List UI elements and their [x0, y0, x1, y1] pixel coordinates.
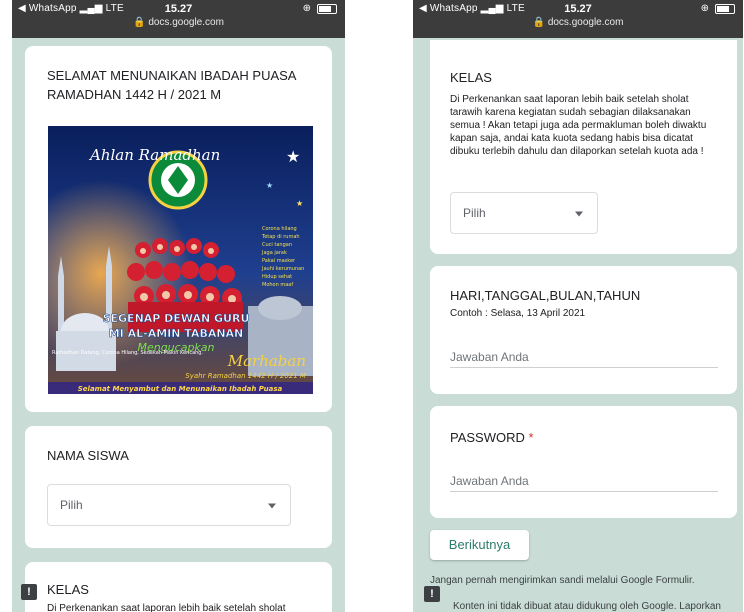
svg-text:Pakai masker: Pakai masker — [262, 258, 296, 264]
nama-siswa-selected-value: Pilih — [60, 498, 83, 512]
status-bar: ◀ WhatsApp ▂▄▆ LTE 15.27 🔒 docs.google.c… — [413, 0, 743, 38]
kelas-label: KELAS — [47, 582, 89, 597]
poster-bottom-banner: Selamat Menyambut dan Menunaikan Ibadah … — [78, 385, 283, 393]
chevron-down-icon — [575, 211, 583, 217]
kelas-description: Di Perkenankan saat laporan lebih baik s… — [450, 94, 707, 157]
url-bar[interactable]: 🔒 docs.google.com — [12, 17, 345, 28]
kelas-description: Di Perkenankan saat laporan lebih baik s… — [47, 603, 286, 612]
svg-text:★: ★ — [286, 147, 300, 166]
tanggal-hint: Contoh : Selasa, 13 April 2021 — [450, 308, 586, 319]
password-input-underline — [450, 491, 718, 492]
nama-siswa-select[interactable]: Pilih — [47, 484, 291, 526]
svg-text:Mohon maaf: Mohon maaf — [262, 282, 293, 288]
kelas-card: KELAS Di Perkenankan saat laporan lebih … — [430, 40, 737, 254]
report-feedback-icon[interactable]: ! — [424, 586, 440, 602]
svg-text:Tetap di rumah: Tetap di rumah — [261, 234, 300, 240]
chevron-down-icon — [268, 503, 276, 509]
poster-marhaban: Marhaban — [227, 352, 306, 370]
password-warning-text: Jangan pernah mengirimkan sandi melalui … — [430, 575, 695, 586]
kelas-card-peek: KELAS Di Perkenankan saat laporan lebih … — [25, 562, 332, 612]
nama-siswa-label: NAMA SISWA — [47, 448, 129, 463]
disclaimer-text: Konten ini tidak dibuat atau didukung ol… — [453, 601, 721, 612]
status-bar: ◀ WhatsApp ▂▄▆ LTE 15.27 🔒 docs.google.c… — [12, 0, 345, 38]
kelas-select[interactable]: Pilih — [450, 192, 598, 234]
required-asterisk: * — [528, 430, 534, 445]
poster-headline-1: SEGENAP DEWAN GURU — [103, 312, 250, 325]
orientation-lock-icon: ⊕ — [302, 3, 311, 14]
status-icons: ⊕ — [303, 3, 337, 14]
poster-illustration: ★ ★ ★ Corona hilangTetap di rumahCuci ta… — [48, 126, 313, 394]
status-time: 15.27 — [164, 3, 193, 15]
tanggal-input-underline — [450, 367, 718, 368]
next-button[interactable]: Berikutnya — [430, 530, 529, 560]
tanggal-label: HARI,TANGGAL,BULAN,TAHUN — [450, 288, 641, 303]
svg-text:Jaga jarak: Jaga jarak — [261, 250, 287, 256]
battery-icon — [715, 3, 735, 14]
svg-text:★: ★ — [266, 181, 273, 190]
nama-siswa-card: NAMA SISWA Pilih — [25, 426, 332, 548]
status-icons: ⊕ — [701, 3, 735, 14]
form-title: SELAMAT MENUNAIKAN IBADAH PUASA RAMADHAN… — [47, 68, 296, 102]
orientation-lock-icon: ⊕ — [700, 3, 709, 14]
svg-text:Hidup sehat: Hidup sehat — [262, 274, 292, 280]
svg-text:Jauhi kerumunan: Jauhi kerumunan — [261, 266, 304, 272]
form-header-card: SELAMAT MENUNAIKAN IBADAH PUASA RAMADHAN… — [25, 46, 332, 412]
poster-headline-2: MI AL-AMIN TABANAN — [109, 327, 244, 340]
poster-year-line: Syahr Ramadhan 1442 H / 2021 M — [185, 372, 306, 380]
phone-screenshot-left: ◀ WhatsApp ▂▄▆ LTE 15.27 🔒 docs.google.c… — [12, 0, 345, 612]
url-bar[interactable]: 🔒 docs.google.com — [413, 17, 743, 28]
svg-text:★: ★ — [296, 199, 303, 208]
status-time: 15.27 — [564, 3, 592, 15]
battery-icon — [317, 3, 337, 14]
ramadhan-poster-image: ★ ★ ★ Corona hilang Tetap di rumah Cuci … — [48, 126, 313, 394]
kelas-label: KELAS — [450, 70, 492, 85]
svg-text:Corona hilang: Corona hilang — [262, 226, 297, 232]
kelas-selected-value: Pilih — [463, 206, 486, 220]
tanggal-card: HARI,TANGGAL,BULAN,TAHUN Contoh : Selasa… — [430, 266, 737, 394]
password-label: PASSWORD * — [450, 428, 534, 447]
poster-left-caption: Ramadhan Datang, Corona Hilang, Sedekah … — [52, 350, 203, 356]
report-feedback-icon[interactable]: ! — [21, 584, 37, 600]
password-label-text: PASSWORD — [450, 430, 525, 445]
poster-logo-text: Ahlan Ramadhan — [88, 146, 220, 164]
password-card: PASSWORD * Jawaban Anda — [430, 406, 737, 518]
password-input[interactable]: Jawaban Anda — [450, 474, 529, 488]
svg-text:Cuci tangan: Cuci tangan — [262, 242, 292, 248]
tanggal-input[interactable]: Jawaban Anda — [450, 350, 529, 364]
phone-screenshot-right: ◀ WhatsApp ▂▄▆ LTE 15.27 🔒 docs.google.c… — [413, 0, 743, 612]
